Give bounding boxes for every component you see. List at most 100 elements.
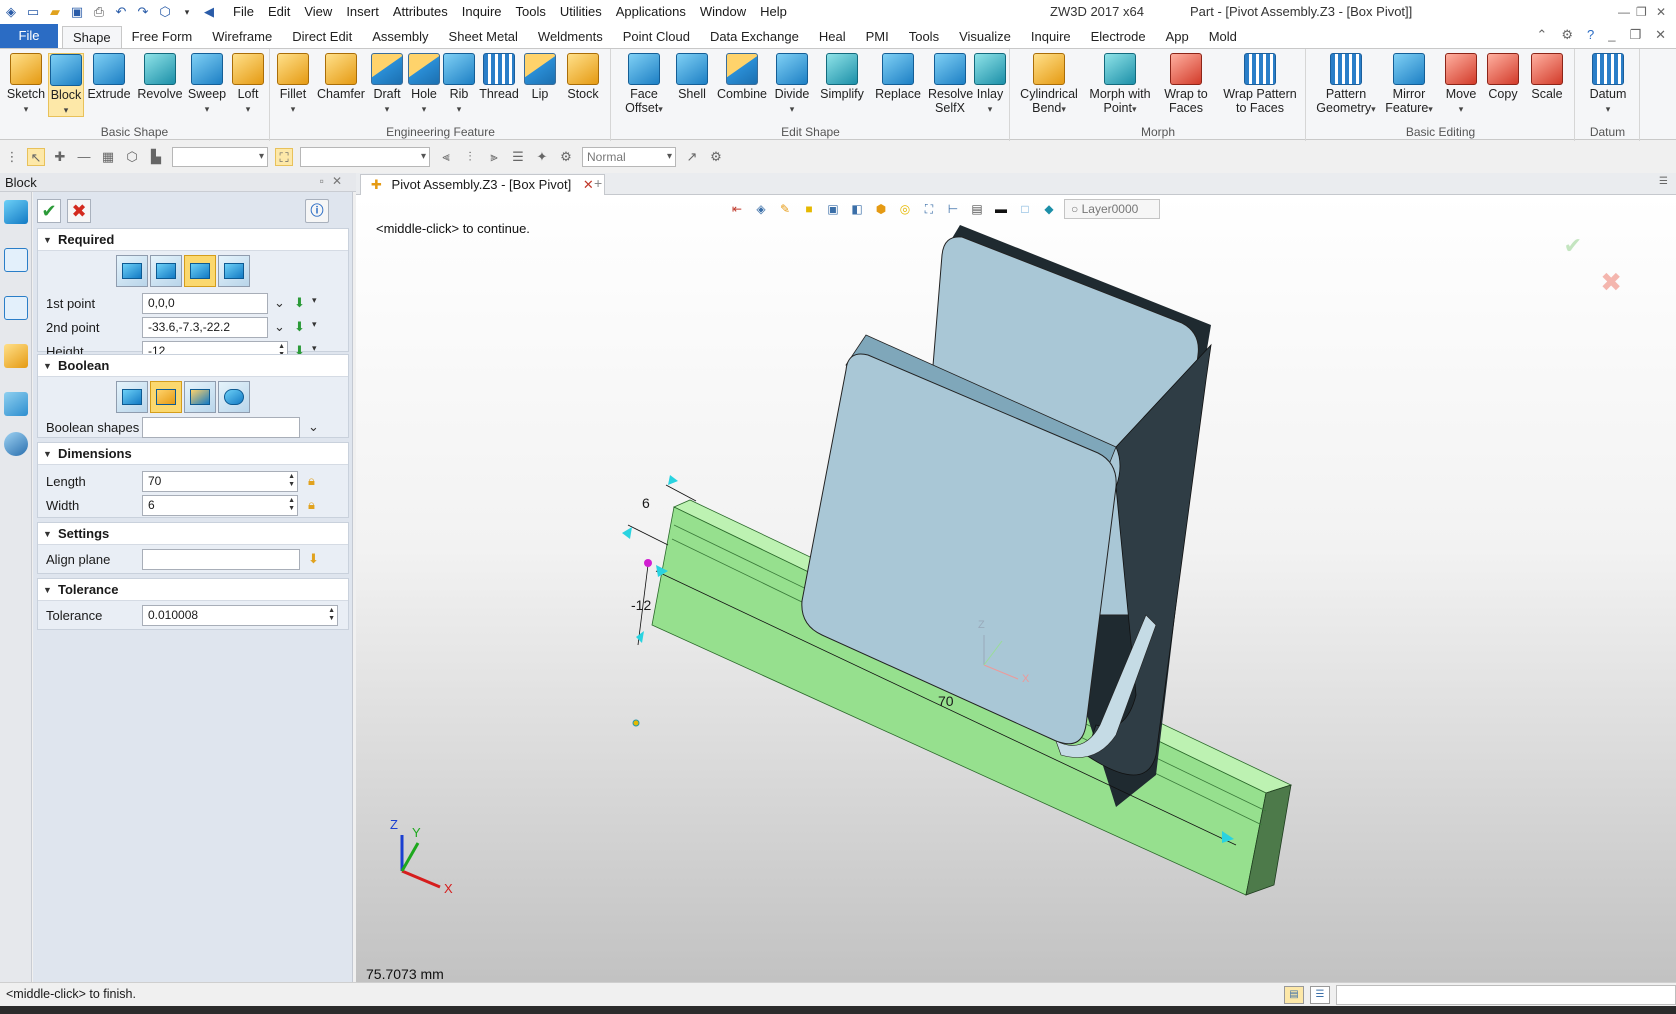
color-blue-icon[interactable]: □ <box>1016 200 1034 218</box>
distribute-icon[interactable]: ☰ <box>509 148 527 166</box>
tab-assembly[interactable]: Assembly <box>362 26 438 48</box>
hole-button[interactable]: Hole ▾ <box>407 53 441 116</box>
tab-shape[interactable]: Shape <box>62 26 122 48</box>
save-icon[interactable]: ▣ <box>69 4 85 20</box>
shell-button[interactable]: Shell <box>672 53 712 101</box>
layer-combo[interactable]: ○ Layer0000 <box>1064 199 1160 219</box>
measure-icon[interactable]: ✎ <box>776 200 794 218</box>
menu-help[interactable]: Help <box>753 0 794 24</box>
fillet-button[interactable]: Fillet ▾ <box>273 53 313 116</box>
dimension-toggle-icon[interactable]: ⊢ <box>944 200 962 218</box>
draft-button[interactable]: Draft ▾ <box>369 53 405 116</box>
first-point-dropdown-icon[interactable]: ▾ <box>312 295 317 306</box>
view-orient-icon[interactable]: ◈ <box>752 200 770 218</box>
boolean-shapes-expand-icon[interactable]: ⌄ <box>308 419 319 435</box>
method-corner-icon[interactable] <box>150 255 182 287</box>
image-library-icon[interactable] <box>4 392 28 416</box>
doc-close-icon[interactable]: ✕ <box>1655 27 1666 43</box>
model-view[interactable] <box>356 195 1676 982</box>
snap-icon[interactable]: ⛶ <box>275 148 293 166</box>
tab-electrode[interactable]: Electrode <box>1081 26 1156 48</box>
zoom-icon[interactable]: ◎ <box>896 200 914 218</box>
inlay-button[interactable]: Inlay ▾ <box>972 53 1008 116</box>
lip-button[interactable]: Lip <box>523 53 557 101</box>
settings-gear-icon[interactable]: ⚙ <box>1561 27 1573 43</box>
first-point-expand-icon[interactable]: ⌄ <box>274 295 285 311</box>
restore-icon[interactable]: ❐ <box>1636 0 1647 24</box>
align-center-icon[interactable]: ⫶ <box>461 148 479 166</box>
tab-sheet-metal[interactable]: Sheet Metal <box>439 26 528 48</box>
tab-heal[interactable]: Heal <box>809 26 856 48</box>
menu-file[interactable]: File <box>226 0 261 24</box>
width-lock-icon[interactable]: 🔒︎ <box>308 497 315 513</box>
layer-icon[interactable]: ◆ <box>1040 200 1058 218</box>
tab-point-cloud[interactable]: Point Cloud <box>613 26 700 48</box>
section-required-header[interactable]: Required <box>38 229 348 251</box>
add-pick-icon[interactable]: ✚ <box>51 148 69 166</box>
combine-button[interactable]: Combine <box>714 53 770 101</box>
open-folder-icon[interactable]: ▰ <box>47 4 63 20</box>
tolerance-spinner-icon[interactable]: ▲ ▼ <box>328 607 335 623</box>
remove-pick-icon[interactable]: — <box>75 148 93 166</box>
width-spinner-icon[interactable]: ▲ ▼ <box>288 497 295 513</box>
first-point-input[interactable]: 0,0,0 <box>142 293 268 314</box>
render-mode-icon[interactable]: ⚙ <box>557 148 575 166</box>
method-three-point-icon[interactable] <box>218 255 250 287</box>
document-tab-close-icon[interactable]: ✕ <box>583 177 594 192</box>
align-plane-pick-icon[interactable]: ⬇ <box>308 551 319 567</box>
resolve-selfx-button[interactable]: Resolve SelfX <box>928 53 973 115</box>
copy-button[interactable]: Copy <box>1483 53 1523 101</box>
second-point-input[interactable]: -33.6,-7.3,-22.2 <box>142 317 268 338</box>
revolve-button[interactable]: Revolve <box>136 53 184 101</box>
morph-with-point-button[interactable]: Morph with Point▾ <box>1087 53 1153 116</box>
second-point-expand-icon[interactable]: ⌄ <box>274 319 285 335</box>
scale-button[interactable]: Scale <box>1527 53 1567 101</box>
doc-minimize-icon[interactable]: _ <box>1608 27 1615 43</box>
viewport-cancel-icon[interactable]: ✖ <box>1600 267 1622 298</box>
pin-icon[interactable]: ✦ <box>533 148 551 166</box>
object-library-icon[interactable] <box>4 344 28 368</box>
tab-free-form[interactable]: Free Form <box>122 26 203 48</box>
print-icon[interactable]: ⎙ <box>91 4 107 20</box>
wrap-to-faces-button[interactable]: Wrap to Faces <box>1161 53 1211 115</box>
pattern-geometry-button[interactable]: Pattern Geometry▾ <box>1313 53 1379 116</box>
length-lock-icon[interactable]: 🔒︎ <box>308 473 315 489</box>
method-center-icon[interactable] <box>116 255 148 287</box>
menu-attributes[interactable]: Attributes <box>386 0 455 24</box>
align-left-icon[interactable]: ⫷ <box>437 148 455 166</box>
menu-view[interactable]: View <box>297 0 339 24</box>
simplify-button[interactable]: Simplify <box>816 53 868 101</box>
sweep-button[interactable]: Sweep ▾ <box>186 53 228 116</box>
minimize-icon[interactable]: — <box>1618 0 1630 24</box>
dim-handle-icon[interactable] <box>668 475 678 485</box>
wrap-pattern-to-faces-button[interactable]: Wrap Pattern to Faces <box>1221 53 1299 115</box>
menu-applications[interactable]: Applications <box>609 0 693 24</box>
length-spinner-icon[interactable]: ▲ ▼ <box>288 473 295 489</box>
pick-grid-icon[interactable]: ▦ <box>99 148 117 166</box>
menu-edit[interactable]: Edit <box>261 0 297 24</box>
menu-utilities[interactable]: Utilities <box>553 0 609 24</box>
pivot-point-marker[interactable] <box>632 719 640 727</box>
section-tolerance-header[interactable]: Tolerance <box>38 579 348 601</box>
command-input[interactable] <box>1336 985 1676 1005</box>
face-offset-button[interactable]: Face Offset▾ <box>618 53 670 116</box>
rib-button[interactable]: Rib ▾ <box>443 53 475 116</box>
tab-app[interactable]: App <box>1156 26 1199 48</box>
thread-button[interactable]: Thread <box>477 53 521 101</box>
section-dimensions-header[interactable]: Dimensions <box>38 443 348 465</box>
loft-button[interactable]: Loft ▾ <box>230 53 266 116</box>
length-input[interactable]: 70 ▲ ▼ <box>142 471 298 492</box>
origin-point-marker[interactable] <box>644 559 652 567</box>
tabs-menu-icon[interactable]: ☰ <box>1659 176 1668 187</box>
user-icon[interactable] <box>4 432 28 456</box>
cylindrical-bend-button[interactable]: Cylindrical Bend▾ <box>1019 53 1079 116</box>
redo-icon[interactable]: ↷ <box>135 4 151 20</box>
pick-cursor-icon[interactable]: ↖ <box>27 148 45 166</box>
pick-shape-icon[interactable]: ⬡ <box>123 148 141 166</box>
document-tab[interactable]: ✚ Pivot Assembly.Z3 - [Box Pivot] ✕ <box>360 174 605 195</box>
extrude-button[interactable]: Extrude <box>86 53 132 101</box>
tab-pmi[interactable]: PMI <box>856 26 899 48</box>
exit-icon[interactable]: ⇤ <box>728 200 746 218</box>
background-icon[interactable]: ▤ <box>968 200 986 218</box>
shaded-icon[interactable]: ■ <box>800 200 818 218</box>
